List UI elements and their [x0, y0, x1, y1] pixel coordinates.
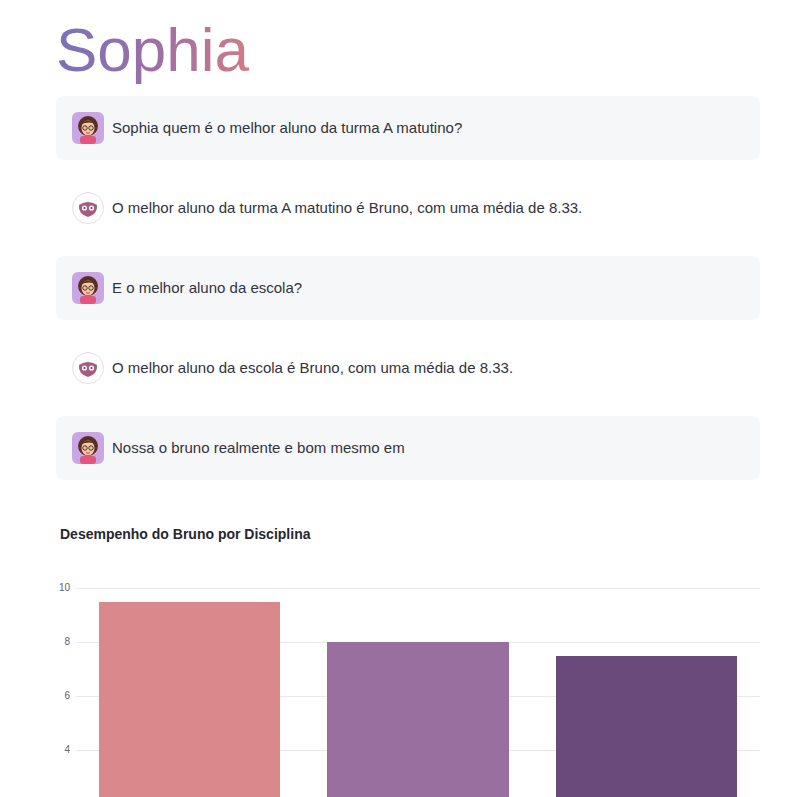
y-axis: 10864 — [56, 588, 70, 797]
bar-chart: Desempenho do Bruno por Disciplina 10 8 6 4 — [56, 526, 760, 797]
logo: Sophia — [56, 16, 249, 84]
y-tick-label: 6 — [64, 690, 70, 702]
grid-line — [76, 588, 760, 589]
chat-message: Sophia quem é o melhor aluno da turma A … — [56, 96, 760, 160]
y-tick-label: 8 — [64, 636, 70, 648]
chat-message: O melhor aluno da escola é Bruno, com um… — [56, 336, 760, 400]
y-tick-label: 10 — [59, 582, 70, 594]
page: Sophia Sophia quem é o melhor aluno da tu… — [56, 0, 760, 797]
chat-message: O melhor aluno da turma A matutino é Bru… — [56, 176, 760, 240]
chart-bar[interactable] — [556, 656, 737, 797]
message-text: Nossa o bruno realmente e bom mesmo em — [112, 437, 405, 460]
message-text: E o melhor aluno da escola? — [112, 277, 302, 300]
message-text: O melhor aluno da escola é Bruno, com um… — [112, 357, 513, 380]
user-avatar-icon — [72, 272, 104, 304]
y-tick-label: 4 — [64, 744, 70, 756]
user-avatar-icon — [72, 432, 104, 464]
message-text: Sophia quem é o melhor aluno da turma A … — [112, 117, 462, 140]
chart-bar[interactable] — [99, 602, 280, 797]
sophia-owl-icon — [72, 192, 104, 224]
chart-title: Desempenho do Bruno por Disciplina — [60, 526, 760, 542]
chat-message: Nossa o bruno realmente e bom mesmo em — [56, 416, 760, 480]
chart-bar[interactable] — [327, 642, 508, 797]
sophia-owl-icon — [72, 352, 104, 384]
chat-message: E o melhor aluno da escola? — [56, 256, 760, 320]
message-list: Sophia quem é o melhor aluno da turma A … — [56, 96, 760, 480]
message-text: O melhor aluno da turma A matutino é Bru… — [112, 197, 582, 220]
user-avatar-icon — [72, 112, 104, 144]
plot-area — [76, 588, 760, 797]
